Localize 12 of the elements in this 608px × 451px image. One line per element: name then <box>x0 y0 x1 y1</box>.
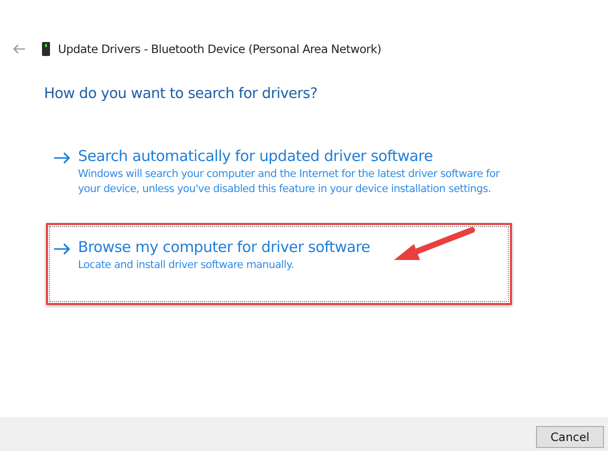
arrow-icon <box>53 152 71 164</box>
option-title: Browse my computer for driver software <box>78 238 372 256</box>
cancel-button[interactable]: Cancel <box>536 426 604 448</box>
heading: How do you want to search for drivers? <box>44 86 318 102</box>
device-icon <box>42 42 50 56</box>
window-title: Update Drivers - Bluetooth Device (Personal Area Network) <box>58 42 382 56</box>
back-arrow-icon[interactable] <box>12 44 26 54</box>
arrow-icon <box>53 243 71 255</box>
option-description: Windows will search your computer and the Internet for the latest driver software for your device, unless you've disabled this feature in your device installation settings. <box>78 167 501 197</box>
driver-option[interactable]: Browse my computer for driver software Locate and install driver software manually. <box>46 223 512 305</box>
option-title: Search automatically for updated driver software <box>78 147 434 165</box>
option-description: Locate and install driver software manually. <box>78 258 295 273</box>
